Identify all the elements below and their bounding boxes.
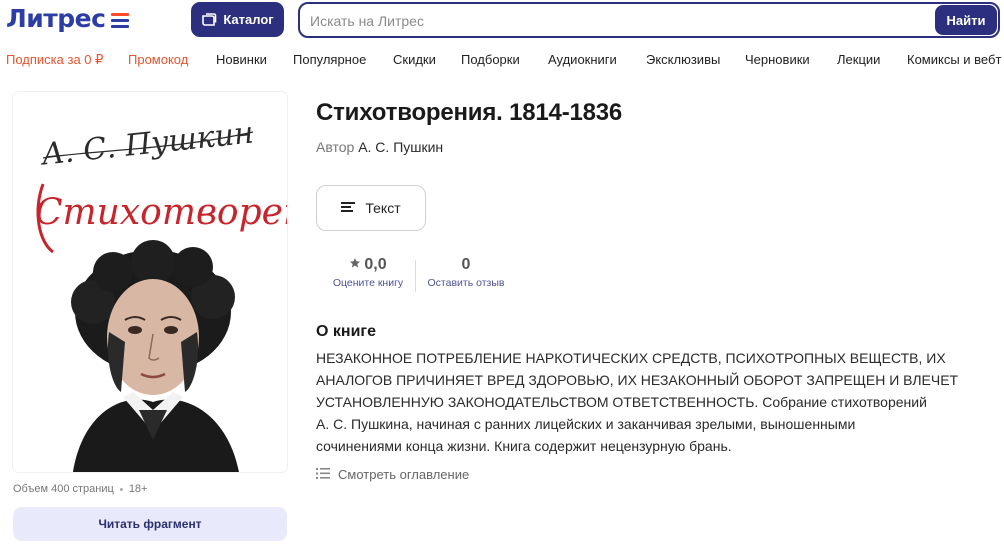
nav-item-collections[interactable]: Подборки: [461, 52, 520, 67]
rating-value: 0,0: [364, 256, 387, 273]
catalog-label: Каталог: [223, 12, 274, 27]
format-text-button[interactable]: Текст: [316, 185, 426, 231]
list-icon: [316, 467, 330, 482]
nav-item-popular[interactable]: Популярное: [293, 52, 366, 67]
logo-mark-icon: [111, 11, 130, 29]
nav-item-subscription[interactable]: Подписка за 0 ₽: [6, 52, 103, 68]
text-lines-icon: [341, 200, 356, 216]
author-link[interactable]: А. С. Пушкин: [358, 139, 443, 155]
nav-item-audiobooks[interactable]: Аудиокниги: [548, 52, 617, 67]
meta-separator: [119, 487, 123, 491]
about-line: АНАЛОГОВ ПРИЧИНЯЕТ ВРЕД ЗДОРОВЬЮ, ИХ НЕЗ…: [316, 372, 959, 388]
search-input[interactable]: [310, 11, 930, 31]
search-button[interactable]: Найти: [935, 5, 997, 35]
age-rating: 18+: [128, 483, 148, 495]
author-line: Автор А. С. Пушкин: [316, 139, 443, 155]
reviews-count: 0: [461, 256, 471, 273]
logo-text: Литрес: [6, 4, 106, 33]
catalog-button[interactable]: Каталог: [191, 2, 284, 37]
reviews-block[interactable]: 0 Оставить отзыв: [420, 256, 512, 289]
cover-illustration: А. С. Пушкин Стихотворения: [13, 92, 287, 472]
about-line: сочинениями конца жизни. Книга содержит …: [316, 438, 732, 454]
about-heading: О книге: [316, 323, 376, 340]
nav-item-drafts[interactable]: Черновики: [745, 52, 810, 67]
main-nav: Подписка за 0 ₽ Промокод Новинки Популяр…: [0, 52, 1004, 72]
star-icon: [349, 256, 361, 274]
book-title: Стихотворения. 1814-1836: [316, 99, 623, 126]
read-fragment-button[interactable]: Читать фрагмент: [13, 507, 287, 541]
page-count: Объем 400 страниц: [13, 483, 114, 495]
book-icon: [201, 12, 217, 27]
author-prefix: Автор: [316, 139, 355, 155]
nav-item-exclusives[interactable]: Эксклюзивы: [646, 52, 720, 67]
about-line: А. С. Пушкина, начиная с ранних лицейски…: [316, 416, 856, 432]
nav-item-comics[interactable]: Комиксы и вебт: [907, 52, 1001, 67]
toc-link[interactable]: Смотреть оглавление: [316, 467, 469, 482]
stats-divider: [415, 260, 416, 292]
about-line: УСТАНОВЛЕННУЮ ЗАКОНОДАТЕЛЬСТВОМ ОТВЕТСТВ…: [316, 394, 927, 410]
book-cover[interactable]: А. С. Пушкин Стихотворения: [13, 92, 287, 472]
nav-item-new[interactable]: Новинки: [216, 52, 267, 67]
cover-title-script: Стихотворения: [35, 192, 287, 233]
header: Литрес Каталог Найти: [0, 0, 1004, 40]
book-meta: Объем 400 страниц 18+: [13, 483, 147, 495]
toc-label: Смотреть оглавление: [338, 467, 470, 482]
rate-book-link[interactable]: Оцените книгу: [322, 277, 414, 289]
nav-item-discounts[interactable]: Скидки: [393, 52, 436, 67]
about-line: НЕЗАКОННОЕ ПОТРЕБЛЕНИЕ НАРКОТИЧЕСКИХ СРЕ…: [316, 350, 946, 366]
nav-item-promocode[interactable]: Промокод: [128, 52, 188, 67]
format-label: Текст: [365, 200, 401, 216]
leave-review-link[interactable]: Оставить отзыв: [420, 277, 512, 289]
about-description: НЕЗАКОННОЕ ПОТРЕБЛЕНИЕ НАРКОТИЧЕСКИХ СРЕ…: [316, 347, 996, 457]
logo[interactable]: Литрес: [6, 4, 130, 33]
rating-block[interactable]: 0,0 Оцените книгу: [322, 256, 414, 289]
nav-item-lectures[interactable]: Лекции: [837, 52, 880, 67]
search-bar: Найти: [298, 2, 1000, 38]
